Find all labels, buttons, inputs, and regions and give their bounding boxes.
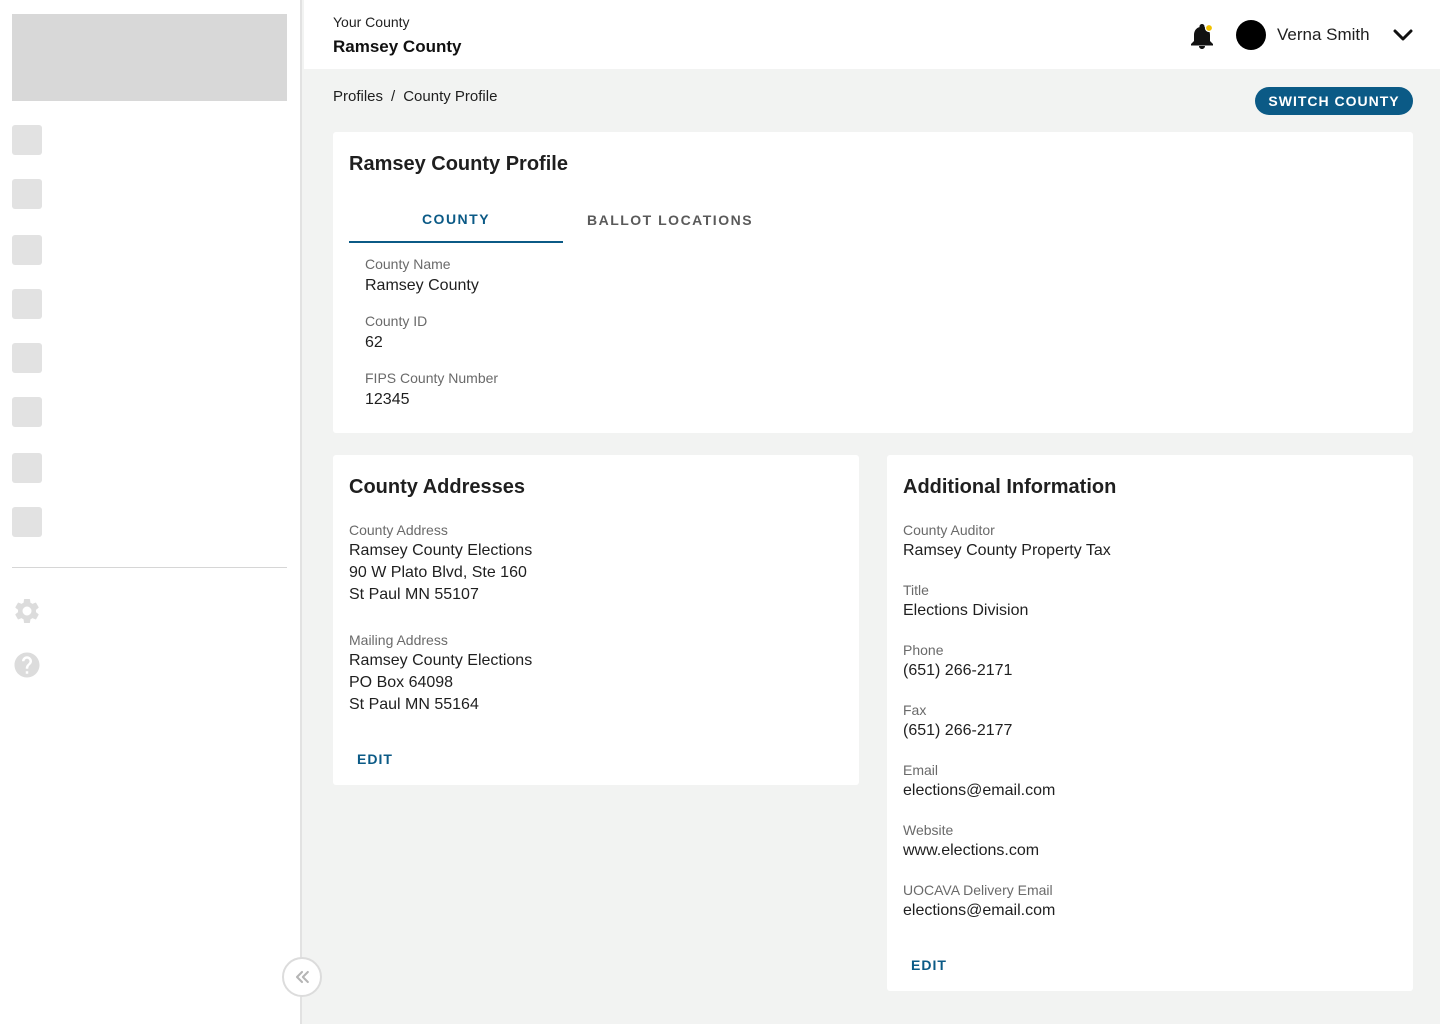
edit-additional-info-button[interactable]: EDIT: [911, 957, 947, 973]
switch-county-button[interactable]: SWITCH COUNTY: [1255, 87, 1413, 115]
mailing-address-line-1: Ramsey County Elections: [349, 652, 533, 669]
email-value: elections@email.com: [903, 782, 1056, 799]
tab-ballot-locations[interactable]: BALLOT LOCATIONS: [563, 197, 777, 243]
title-label: Title: [903, 582, 929, 598]
county-address-line-2: 90 W Plato Blvd, Ste 160: [349, 564, 527, 581]
bell-icon[interactable]: [1189, 22, 1215, 50]
additional-info-title: Additional Information: [903, 476, 1117, 498]
double-chevron-left-icon: [295, 970, 309, 984]
chevron-down-icon[interactable]: [1392, 26, 1414, 44]
breadcrumb: Profiles / County Profile: [333, 88, 497, 105]
current-county-name: Ramsey County: [333, 37, 462, 56]
fax-value: (651) 266-2177: [903, 722, 1013, 739]
mailing-address-label: Mailing Address: [349, 632, 448, 648]
county-label: Your County: [333, 14, 410, 30]
breadcrumb-profiles[interactable]: Profiles: [333, 88, 383, 105]
sidebar-nav-item-4[interactable]: [12, 289, 42, 319]
fax-label: Fax: [903, 702, 927, 718]
tab-county[interactable]: COUNTY: [349, 197, 563, 243]
addresses-title: County Addresses: [349, 476, 525, 498]
uocava-email-value: elections@email.com: [903, 902, 1056, 919]
mailing-address-line-2: PO Box 64098: [349, 674, 454, 691]
county-addresses-card: County Addresses County Address Ramsey C…: [333, 455, 859, 785]
county-id-label: County ID: [365, 313, 428, 329]
sidebar-nav-item-1[interactable]: [12, 125, 42, 155]
additional-information-card: Additional Information County Auditor Ra…: [887, 455, 1413, 991]
help-circle-icon[interactable]: [12, 650, 42, 680]
sidebar-nav-item-2[interactable]: [12, 179, 42, 209]
website-value: www.elections.com: [903, 842, 1040, 859]
breadcrumb-current: County Profile: [403, 88, 498, 105]
county-address-label: County Address: [349, 522, 448, 538]
notification-dot: [1204, 23, 1214, 33]
sidebar-nav-item-6[interactable]: [12, 397, 42, 427]
top-bar: Your County Ramsey County Verna Smith: [304, 0, 1440, 69]
mailing-address-line-3: St Paul MN 55164: [349, 696, 479, 713]
sidebar-divider: [12, 567, 287, 568]
sidebar-nav-item-5[interactable]: [12, 343, 42, 373]
email-label: Email: [903, 762, 939, 778]
fips-number-value: 12345: [365, 391, 410, 408]
avatar[interactable]: [1236, 20, 1266, 50]
sidebar-nav-item-7[interactable]: [12, 453, 42, 483]
breadcrumb-separator: /: [391, 88, 396, 105]
gear-icon[interactable]: [12, 596, 42, 626]
user-name[interactable]: Verna Smith: [1277, 25, 1370, 45]
uocava-email-label: UOCAVA Delivery Email: [903, 882, 1053, 898]
county-auditor-value: Ramsey County Property Tax: [903, 542, 1111, 559]
county-id-value: 62: [365, 334, 383, 351]
fips-number-label: FIPS County Number: [365, 370, 499, 386]
county-name-value: Ramsey County: [365, 277, 479, 294]
title-value: Elections Division: [903, 602, 1029, 619]
county-profile-card: Ramsey County Profile: [333, 132, 1413, 433]
page-title: Ramsey County Profile: [349, 153, 568, 175]
county-address-line-3: St Paul MN 55107: [349, 586, 479, 603]
phone-label: Phone: [903, 642, 944, 658]
county-address-line-1: Ramsey County Elections: [349, 542, 533, 559]
sidebar-nav-item-3[interactable]: [12, 235, 42, 265]
sidebar: [0, 0, 302, 1024]
sidebar-collapse-button[interactable]: [282, 957, 322, 997]
sidebar-nav-item-8[interactable]: [12, 507, 42, 537]
website-label: Website: [903, 822, 954, 838]
county-auditor-label: County Auditor: [903, 522, 995, 538]
county-name-label: County Name: [365, 256, 451, 272]
edit-addresses-button[interactable]: EDIT: [357, 751, 393, 767]
phone-value: (651) 266-2171: [903, 662, 1013, 679]
logo-placeholder: [12, 14, 287, 101]
